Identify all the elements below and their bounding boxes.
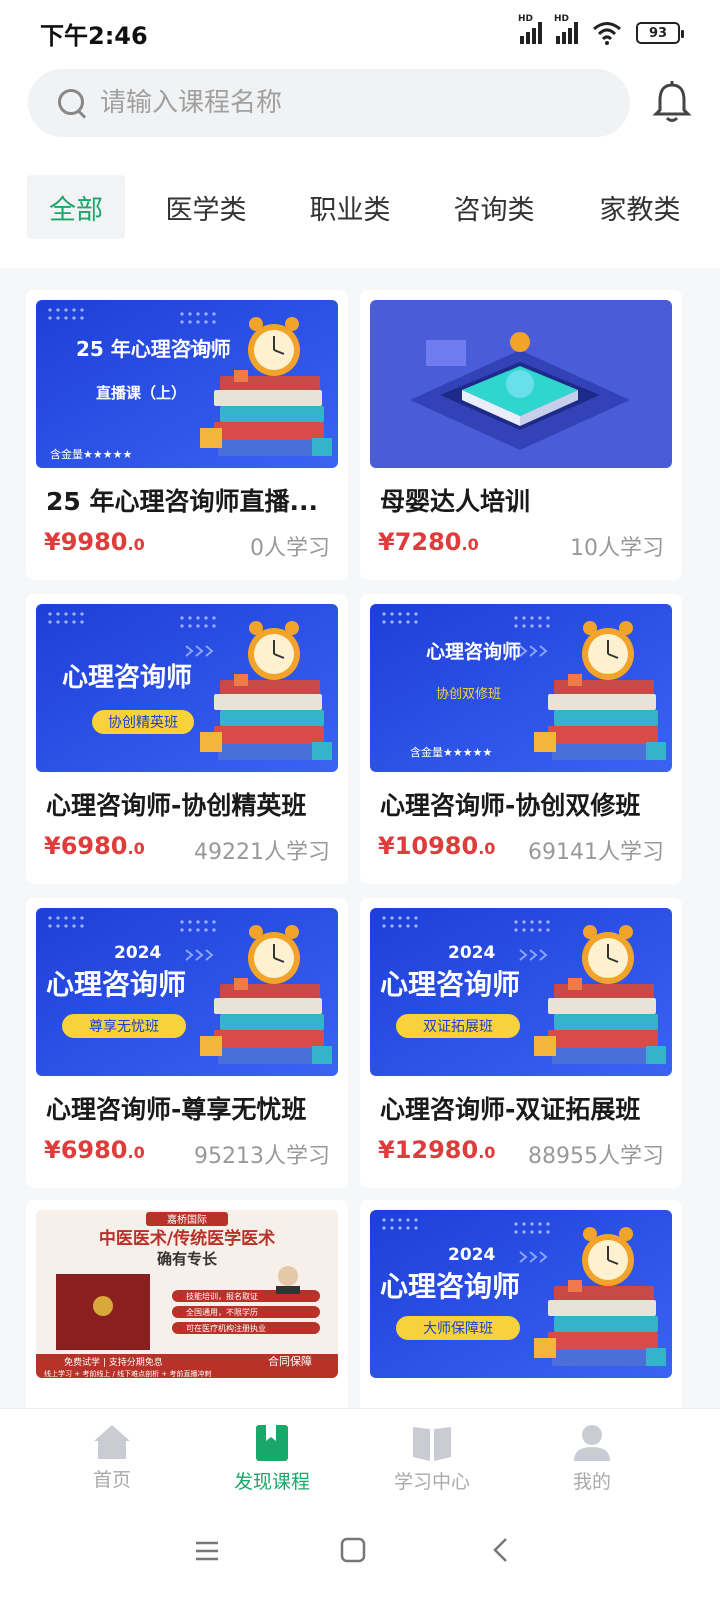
course-price: ¥10980.0 [378, 832, 496, 860]
svg-text:可在医疗机构注册执业: 可在医疗机构注册执业 [186, 1323, 266, 1333]
course-title: 母婴达人培训 [380, 487, 531, 516]
person-icon [574, 1425, 610, 1461]
wifi-icon [593, 22, 621, 45]
svg-text:2024: 2024 [448, 943, 495, 963]
course-card[interactable]: 2024 心理咨询师 大师保障班 [360, 1200, 682, 1408]
course-thumbnail [370, 300, 672, 468]
search-icon [56, 87, 88, 119]
category-tabs: 全部 医学类 职业类 咨询类 家教类 [0, 175, 720, 239]
learner-count: 88955人学习 [528, 1144, 664, 1169]
bookmark-icon [256, 1425, 288, 1461]
course-card[interactable]: 母婴达人培训 ¥7280.0 10人学习 [360, 290, 682, 580]
bottom-nav: 首页 发现课程 学习中心 我的 [0, 1408, 720, 1508]
course-title: 心理咨询师-尊享无忧班 [46, 1095, 307, 1124]
svg-text:含金量★★★★★: 含金量★★★★★ [50, 447, 132, 461]
course-thumbnail: 2024 心理咨询师 双证拓展班 [370, 908, 672, 1076]
status-time: 下午2:46 [40, 21, 148, 50]
svg-text:心理咨询师: 心理咨询师 [380, 1270, 520, 1303]
menu-icon[interactable] [194, 1538, 220, 1564]
nav-learning-center[interactable]: 学习中心 [352, 1409, 512, 1508]
course-thumbnail: 嘉桥国际 中医医术/传统医学医术 确有专长 技能培训，报名取证 全国通用，不限学… [36, 1210, 338, 1378]
course-title: 心理咨询师-协创精英班 [46, 791, 307, 820]
svg-text:中医医术/传统医学医术: 中医医术/传统医学医术 [99, 1228, 275, 1249]
learner-count: 95213人学习 [194, 1144, 330, 1169]
svg-text:心理咨询师: 心理咨询师 [62, 662, 192, 693]
tab-counseling[interactable]: 咨询类 [438, 175, 550, 239]
svg-text:协创双修班: 协创双修班 [436, 687, 501, 702]
battery-icon: 93 [636, 22, 684, 44]
learner-count: 10人学习 [570, 536, 664, 561]
course-card[interactable]: 2024 心理咨询师 尊享无忧班 心理咨询师-尊享无忧班 ¥6980.0 952… [26, 898, 348, 1188]
svg-text:嘉桥国际: 嘉桥国际 [167, 1213, 207, 1226]
search-row [0, 68, 720, 138]
svg-text:心理咨询师: 心理咨询师 [426, 640, 521, 663]
course-thumbnail: 25 年心理咨询师 直播课（上） 含金量★★★★★ [36, 300, 338, 468]
svg-text:合同保障: 合同保障 [268, 1354, 312, 1368]
svg-text:尊享无忧班: 尊享无忧班 [89, 1018, 159, 1035]
course-price: ¥6980.0 [44, 832, 145, 860]
tab-medical[interactable]: 医学类 [150, 175, 262, 239]
svg-text:全国通用，不限学历: 全国通用，不限学历 [186, 1307, 258, 1317]
learner-count: 0人学习 [250, 536, 330, 561]
home-square-icon[interactable] [340, 1536, 366, 1564]
course-thumbnail: 心理咨询师 协创双修班 含金量★★★★★ [370, 604, 672, 772]
tab-career[interactable]: 职业类 [294, 175, 406, 239]
bell-icon[interactable] [652, 80, 692, 124]
course-thumbnail: 心理咨询师 协创精英班 [36, 604, 338, 772]
nav-mine[interactable]: 我的 [512, 1409, 672, 1508]
course-price: ¥9980.0 [44, 528, 145, 556]
svg-text:2024: 2024 [114, 943, 161, 963]
svg-text:直播课（上）: 直播课（上） [96, 384, 186, 402]
course-title: 心理咨询师-双证拓展班 [380, 1095, 641, 1124]
course-price: ¥6980.0 [44, 1136, 145, 1164]
course-card[interactable]: 心理咨询师 协创精英班 心理咨询师-协创精英班 ¥6980.0 49221人学习 [26, 594, 348, 884]
svg-text:心理咨询师: 心理咨询师 [380, 968, 520, 1001]
system-nav-bar [0, 1508, 720, 1600]
course-thumbnail: 2024 心理咨询师 尊享无忧班 [36, 908, 338, 1076]
svg-text:双证拓展班: 双证拓展班 [423, 1019, 493, 1035]
course-card[interactable]: 嘉桥国际 中医医术/传统医学医术 确有专长 技能培训，报名取证 全国通用，不限学… [26, 1200, 348, 1408]
learner-count: 49221人学习 [194, 840, 330, 865]
course-card[interactable]: 25 年心理咨询师 直播课（上） 含金量★★★★★ 25 年心理咨询师直播...… [26, 290, 348, 580]
tab-tutoring[interactable]: 家教类 [584, 175, 696, 239]
svg-text:含金量★★★★★: 含金量★★★★★ [410, 745, 492, 759]
tab-all[interactable]: 全部 [27, 175, 125, 239]
course-title: 心理咨询师-协创双修班 [380, 791, 641, 820]
signal-icon: HD [518, 14, 542, 44]
nav-discover-courses[interactable]: 发现课程 [192, 1409, 352, 1508]
svg-text:心理咨询师: 心理咨询师 [46, 968, 186, 1001]
svg-text:2024: 2024 [448, 1245, 495, 1265]
search-input[interactable] [100, 88, 580, 118]
course-price: ¥7280.0 [378, 528, 479, 556]
nav-home[interactable]: 首页 [32, 1409, 192, 1508]
course-title: 25 年心理咨询师直播... [46, 487, 318, 516]
course-thumbnail: 2024 心理咨询师 大师保障班 [370, 1210, 672, 1378]
search-box[interactable] [28, 69, 630, 137]
learner-count: 69141人学习 [528, 840, 664, 865]
home-icon [94, 1425, 130, 1459]
svg-text:25 年心理咨询师: 25 年心理咨询师 [76, 337, 231, 361]
svg-text:大师保障班: 大师保障班 [423, 1321, 493, 1337]
svg-text:线上学习 + 考前线上 / 线下难点剖析 + 考前直播冲刺: 线上学习 + 考前线上 / 线下难点剖析 + 考前直播冲刺 [44, 1369, 211, 1378]
course-card[interactable]: 2024 心理咨询师 双证拓展班 心理咨询师-双证拓展班 ¥12980.0 88… [360, 898, 682, 1188]
signal-icon-2: HD [554, 14, 578, 44]
course-price: ¥12980.0 [378, 1136, 496, 1164]
course-grid: 25 年心理咨询师 直播课（上） 含金量★★★★★ 25 年心理咨询师直播...… [0, 268, 720, 1408]
status-bar: 下午2:46 HD HD 93 [0, 0, 720, 66]
svg-text:技能培训，报名取证: 技能培训，报名取证 [186, 1291, 258, 1301]
course-card[interactable]: 心理咨询师 协创双修班 含金量★★★★★ 心理咨询师-协创双修班 ¥10980.… [360, 594, 682, 884]
svg-text:免费试学 | 支持分期免息: 免费试学 | 支持分期免息 [64, 1356, 163, 1368]
svg-text:协创精英班: 协创精英班 [108, 714, 178, 731]
svg-text:确有专长: 确有专长 [157, 1250, 218, 1268]
back-icon[interactable] [490, 1536, 510, 1564]
open-book-icon [413, 1427, 451, 1461]
